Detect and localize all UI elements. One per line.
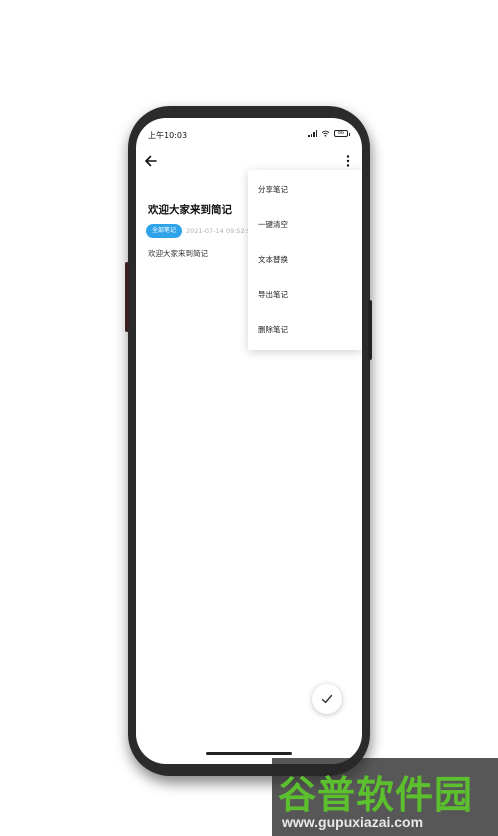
note-title: 欢迎大家来到简记 — [148, 204, 232, 216]
phone-screen: 上午10:03 86 欢迎大家来到简记 全部笔记 2021-07-14 09:5… — [136, 118, 362, 764]
signal-icon — [308, 130, 317, 137]
watermark-logo: 谷普软件园 www.gupuxiazai.com — [272, 758, 498, 836]
arrow-left-icon[interactable] — [142, 152, 160, 170]
menu-item-export[interactable]: 导出笔记 — [248, 277, 362, 312]
wifi-icon — [321, 130, 330, 137]
category-badge[interactable]: 全部笔记 — [146, 224, 183, 238]
menu-item-share[interactable]: 分享笔记 — [248, 172, 362, 207]
menu-item-delete[interactable]: 删除笔记 — [248, 312, 362, 347]
battery-icon: 86 — [334, 130, 350, 137]
watermark-name: 谷普软件园 — [278, 773, 474, 817]
overflow-menu: 分享笔记 一键清空 文本替换 导出笔记 删除笔记 — [248, 170, 362, 350]
status-bar: 上午10:03 86 — [136, 118, 362, 146]
note-body[interactable]: 欢迎大家来到简记 — [148, 248, 208, 259]
menu-item-replace[interactable]: 文本替换 — [248, 242, 362, 277]
more-vertical-icon[interactable] — [342, 152, 354, 170]
watermark-url: www.gupuxiazai.com — [282, 814, 424, 830]
menu-item-clear[interactable]: 一键清空 — [248, 207, 362, 242]
check-icon — [321, 694, 333, 704]
status-time: 上午10:03 — [148, 131, 188, 140]
power-button — [368, 300, 372, 360]
volume-button — [125, 262, 129, 332]
save-button[interactable] — [312, 684, 342, 714]
home-indicator[interactable] — [206, 752, 292, 755]
note-date: 2021-07-14 09:52:5 — [186, 227, 251, 235]
status-icons: 86 — [308, 130, 350, 137]
